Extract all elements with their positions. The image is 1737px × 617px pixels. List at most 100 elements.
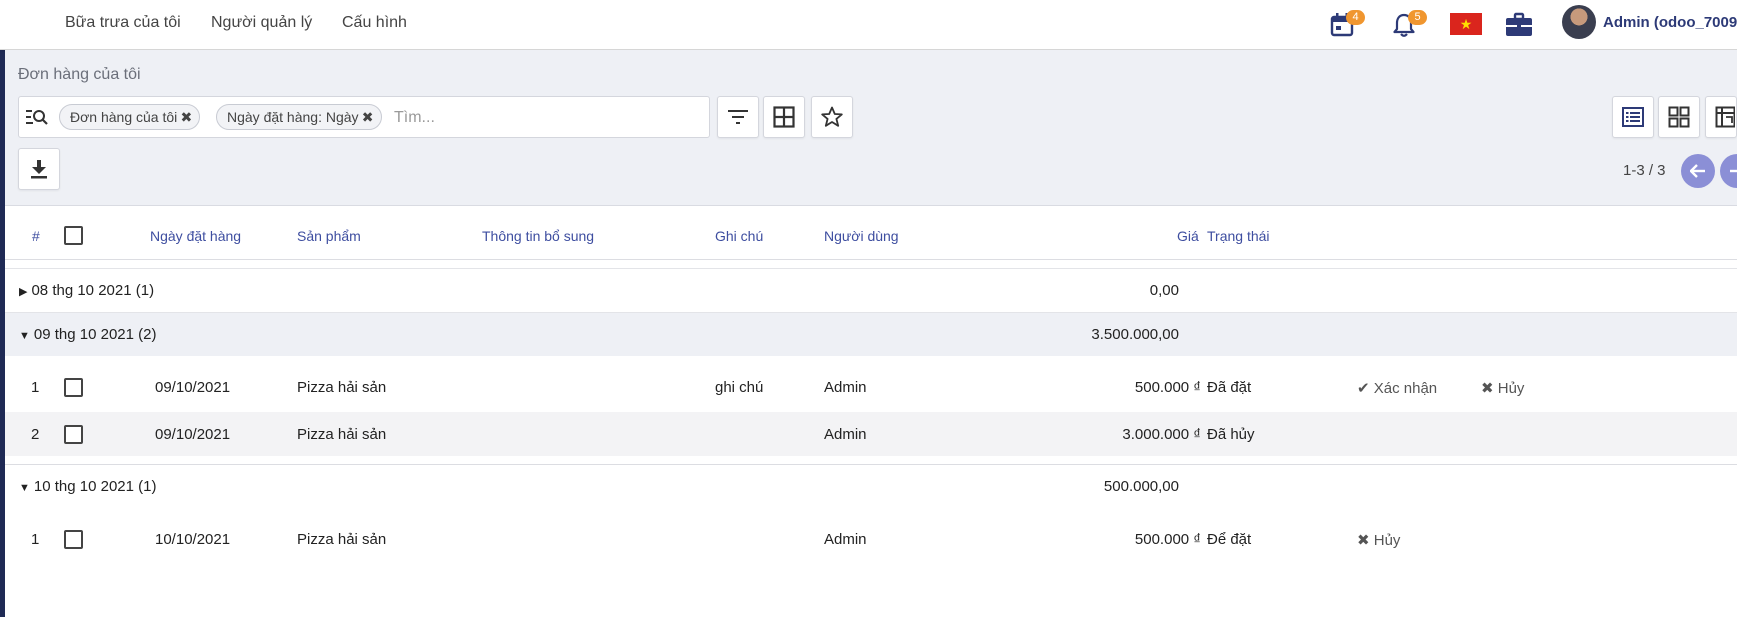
kanban-view-icon — [1668, 106, 1690, 128]
table-row[interactable]: 1 10/10/2021 Pizza hải sản Admin 500.000… — [5, 517, 1737, 561]
briefcase-icon — [1506, 12, 1532, 36]
cell-price: 500.000 ₫ — [1134, 531, 1201, 548]
row-number: 1 — [31, 379, 40, 396]
pager-next-button[interactable] — [1720, 154, 1737, 188]
cell-user: Admin — [824, 531, 867, 548]
cell-note: ghi chú — [715, 379, 764, 396]
group-row[interactable]: ▶ 08 thg 10 2021 (1) 0,00 — [5, 268, 1737, 312]
group-title: 10 thg 10 2021 (1) — [33, 478, 157, 495]
list-view-button[interactable] — [1612, 96, 1654, 138]
column-header-product[interactable]: Sản phẩm — [297, 228, 361, 244]
caret-down-icon: ▼ — [19, 330, 30, 342]
arrow-left-icon — [1690, 164, 1705, 178]
favorites-button[interactable] — [811, 96, 853, 138]
row-checkbox[interactable] — [64, 378, 83, 397]
facet-order-date-group[interactable]: Ngày đặt hàng: Ngày ✖ — [216, 104, 382, 130]
notifications-button[interactable]: 5 — [1392, 10, 1427, 40]
star-icon — [821, 106, 843, 127]
kanban-view-button[interactable] — [1658, 96, 1700, 138]
group-row[interactable]: ▼ 09 thg 10 2021 (2) 3.500.000,00 — [5, 312, 1737, 356]
pivot-view-icon — [1715, 106, 1735, 128]
row-number: 2 — [31, 426, 40, 443]
search-options-icon[interactable] — [25, 107, 49, 127]
column-header-price[interactable]: Giá — [1177, 228, 1199, 244]
table-row[interactable]: 1 09/10/2021 Pizza hải sản ghi chú Admin… — [5, 365, 1737, 409]
cross-icon: ✖ — [1357, 532, 1374, 549]
cell-state: Đã đặt — [1207, 379, 1252, 396]
remove-facet-icon[interactable]: ✖ — [181, 105, 193, 129]
filter-icon — [728, 110, 748, 124]
filter-button[interactable] — [717, 96, 759, 138]
cell-order-date: 09/10/2021 — [155, 426, 231, 443]
cell-product: Pizza hải sản — [297, 531, 387, 548]
menu-manager[interactable]: Người quản lý — [211, 14, 312, 32]
group-label: ▼ 10 thg 10 2021 (1) — [19, 478, 156, 495]
download-icon — [31, 160, 47, 179]
cell-product: Pizza hải sản — [297, 379, 387, 396]
cell-price: 500.000 ₫ — [1134, 379, 1201, 396]
group-label: ▶ 08 thg 10 2021 (1) — [19, 282, 154, 299]
cancel-order-button[interactable]: ✖ Hủy — [1481, 379, 1524, 397]
header-spacer — [5, 260, 1737, 268]
pager-value[interactable]: 1-3 / 3 — [1623, 162, 1666, 179]
cell-price: 3.000.000 ₫ — [1122, 426, 1201, 443]
check-icon: ✔ — [1357, 380, 1374, 397]
cell-state: Để đặt — [1207, 531, 1252, 548]
pager-previous-button[interactable] — [1681, 154, 1715, 188]
facet-label: Đơn hàng của tôi — [70, 109, 178, 125]
column-header-note[interactable]: Ghi chú — [715, 228, 763, 244]
search-box[interactable]: Đơn hàng của tôi ✖ Ngày đặt hàng: Ngày ✖ — [18, 96, 710, 138]
column-header-user[interactable]: Người dùng — [824, 228, 899, 244]
row-checkbox[interactable] — [64, 425, 83, 444]
remove-facet-icon[interactable]: ✖ — [362, 105, 374, 129]
cell-product: Pizza hải sản — [297, 426, 387, 443]
facet-my-orders[interactable]: Đơn hàng của tôi ✖ — [59, 104, 201, 130]
menu-my-lunch[interactable]: Bữa trưa của tôi — [65, 14, 181, 32]
column-header-state[interactable]: Trạng thái — [1207, 228, 1270, 244]
caret-down-icon: ▼ — [19, 482, 30, 494]
language-flag-icon[interactable]: ★ — [1450, 13, 1482, 35]
app-root: Bữa trưa của tôi Người quản lý Cấu hình … — [0, 0, 1737, 617]
user-avatar[interactable] — [1562, 5, 1596, 39]
top-navbar: Bữa trưa của tôi Người quản lý Cấu hình … — [0, 0, 1737, 50]
cell-state: Đã hủy — [1207, 426, 1255, 443]
confirm-order-button[interactable]: ✔ Xác nhận — [1357, 379, 1437, 397]
activity-count-badge: 4 — [1346, 10, 1365, 25]
cell-order-date: 09/10/2021 — [155, 379, 231, 396]
control-panel: Đơn hàng của tôi Đơn hàng của tôi ✖ Ngày… — [5, 50, 1737, 206]
notification-count-badge: 5 — [1408, 10, 1427, 25]
cell-order-date: 10/10/2021 — [155, 531, 231, 548]
list-header: # Ngày đặt hàng Sản phẩm Thông tin bổ su… — [5, 206, 1737, 260]
column-header-extra-info[interactable]: Thông tin bổ sung — [482, 228, 594, 244]
cancel-label: Hủy — [1497, 380, 1525, 397]
column-header-number: # — [32, 228, 40, 244]
activity-button[interactable]: 4 — [1330, 10, 1365, 40]
pivot-view-button[interactable] — [1705, 96, 1737, 138]
column-header-order-date[interactable]: Ngày đặt hàng — [150, 228, 241, 244]
list-view-icon — [1622, 107, 1644, 127]
table-row[interactable]: 2 09/10/2021 Pizza hải sản Admin 3.000.0… — [5, 412, 1737, 456]
export-button[interactable] — [18, 148, 60, 190]
group-by-button[interactable] — [763, 96, 805, 138]
menu-configuration[interactable]: Cấu hình — [342, 14, 407, 32]
breadcrumb[interactable]: Đơn hàng của tôi — [18, 66, 141, 84]
cancel-order-button[interactable]: ✖ Hủy — [1357, 531, 1400, 549]
group-title: 09 thg 10 2021 (2) — [33, 326, 157, 343]
group-total: 3.500.000,00 — [1091, 326, 1179, 343]
group-label: ▼ 09 thg 10 2021 (2) — [19, 326, 156, 343]
search-input[interactable] — [394, 105, 694, 131]
group-title: 08 thg 10 2021 (1) — [31, 282, 155, 299]
caret-right-icon: ▶ — [19, 286, 28, 298]
row-checkbox[interactable] — [64, 530, 83, 549]
grid-icon — [773, 106, 795, 128]
group-row[interactable]: ▼ 10 thg 10 2021 (1) 500.000,00 — [5, 464, 1737, 508]
confirm-label: Xác nhận — [1373, 380, 1438, 397]
cell-user: Admin — [824, 426, 867, 443]
arrow-right-icon — [1730, 169, 1737, 173]
user-name[interactable]: Admin (odoo_7009 — [1603, 14, 1737, 31]
select-all-checkbox[interactable] — [64, 226, 83, 245]
group-total: 0,00 — [1149, 282, 1179, 299]
group-total: 500.000,00 — [1103, 478, 1179, 495]
cancel-label: Hủy — [1373, 532, 1401, 549]
company-switch-button[interactable] — [1505, 10, 1535, 40]
